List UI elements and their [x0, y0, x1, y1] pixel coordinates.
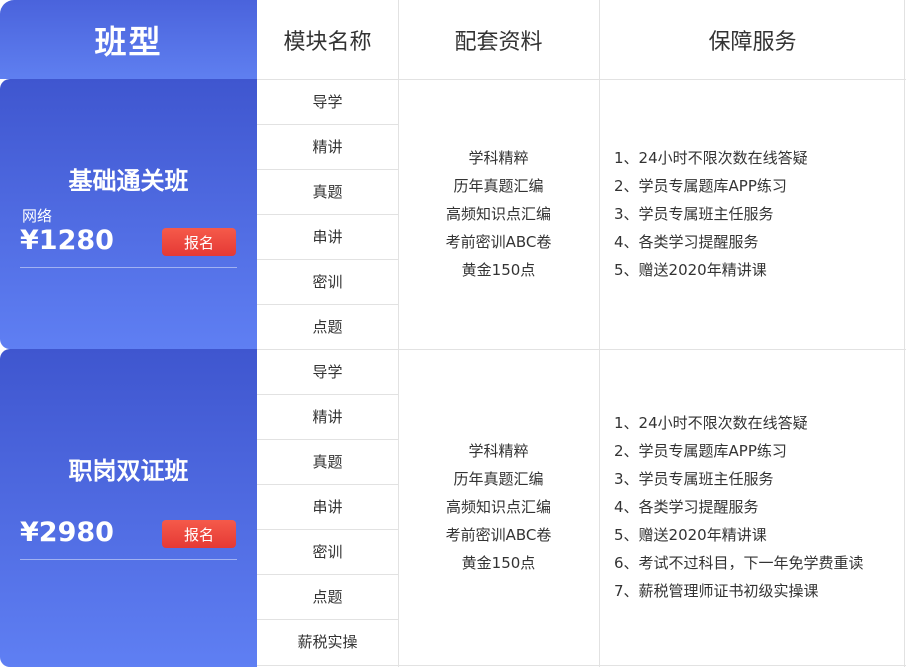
module-item: 导学 — [312, 363, 343, 381]
module-item: 密训 — [312, 543, 343, 561]
material-item: 高频知识点汇编 — [445, 498, 551, 516]
service-item: 3、学员专属班主任服务 — [614, 470, 774, 488]
service-item: 1、24小时不限次数在线答疑 — [614, 414, 808, 432]
header-materials-label: 配套资料 — [454, 29, 543, 55]
module-item: 精讲 — [312, 408, 343, 426]
service-item: 1、24小时不限次数在线答疑 — [614, 149, 808, 167]
signup-button-label: 报名 — [183, 233, 214, 252]
class-card-dual-cert: 职岗双证班 ¥2980 报名 — [0, 349, 257, 667]
signup-button[interactable]: 报名 — [162, 228, 236, 256]
column-divider — [599, 0, 600, 667]
class-price: ¥1280 — [20, 225, 114, 256]
module-item: 串讲 — [312, 228, 343, 246]
material-item: 学科精粹 — [468, 442, 529, 460]
services-list: 1、24小时不限次数在线答疑 2、学员专属题库APP练习 3、学员专属班主任服务… — [614, 144, 904, 284]
material-item: 黄金150点 — [461, 261, 536, 279]
material-item: 历年真题汇编 — [453, 470, 544, 488]
materials-list: 学科精粹 历年真题汇编 高频知识点汇编 考前密训ABC卷 黄金150点 — [398, 437, 599, 577]
row-divider — [257, 665, 906, 666]
signup-button[interactable]: 报名 — [162, 520, 236, 548]
class-delivery-label: 网络 — [22, 207, 53, 225]
module-item: 点题 — [312, 588, 343, 606]
module-item: 串讲 — [312, 498, 343, 516]
material-item: 学科精粹 — [468, 149, 529, 167]
service-item: 4、各类学习提醒服务 — [614, 233, 759, 251]
header-module: 模块名称 — [257, 0, 398, 79]
class-price: ¥2980 — [20, 517, 114, 548]
materials-list: 学科精粹 历年真题汇编 高频知识点汇编 考前密训ABC卷 黄金150点 — [398, 144, 599, 284]
material-item: 考前密训ABC卷 — [445, 526, 552, 544]
service-item: 4、各类学习提醒服务 — [614, 498, 759, 516]
material-item: 历年真题汇编 — [453, 177, 544, 195]
service-item: 3、学员专属班主任服务 — [614, 205, 774, 223]
module-item: 薪税实操 — [297, 633, 358, 651]
class-divider — [20, 559, 237, 560]
column-divider — [904, 0, 905, 667]
material-item: 考前密训ABC卷 — [445, 233, 552, 251]
signup-button-label: 报名 — [183, 525, 214, 544]
service-item: 5、赠送2020年精讲课 — [614, 526, 767, 544]
services-list: 1、24小时不限次数在线答疑 2、学员专属题库APP练习 3、学员专属班主任服务… — [614, 409, 904, 605]
header-type: 班型 — [0, 0, 257, 79]
module-item: 真题 — [312, 183, 343, 201]
header-services-label: 保障服务 — [708, 29, 797, 55]
service-item: 5、赠送2020年精讲课 — [614, 261, 767, 279]
service-item: 2、学员专属题库APP练习 — [614, 177, 787, 195]
service-item: 6、考试不过科目，下一年免学费重读 — [614, 554, 864, 572]
class-divider — [20, 267, 237, 268]
module-item: 精讲 — [312, 138, 343, 156]
material-item: 高频知识点汇编 — [445, 205, 551, 223]
class-name: 职岗双证班 — [68, 457, 189, 485]
service-item: 2、学员专属题库APP练习 — [614, 442, 787, 460]
module-item: 真题 — [312, 453, 343, 471]
module-item: 密训 — [312, 273, 343, 291]
header-materials: 配套资料 — [398, 0, 599, 79]
module-item: 点题 — [312, 318, 343, 336]
material-item: 黄金150点 — [461, 554, 536, 572]
header-services: 保障服务 — [599, 0, 906, 79]
class-name: 基础通关班 — [68, 167, 189, 195]
header-type-label: 班型 — [94, 22, 163, 61]
class-card-basic: 基础通关班 网络 ¥1280 报名 — [0, 79, 257, 349]
header-module-label: 模块名称 — [283, 29, 372, 55]
service-item: 7、薪税管理师证书初级实操课 — [614, 582, 819, 600]
module-item: 导学 — [312, 93, 343, 111]
